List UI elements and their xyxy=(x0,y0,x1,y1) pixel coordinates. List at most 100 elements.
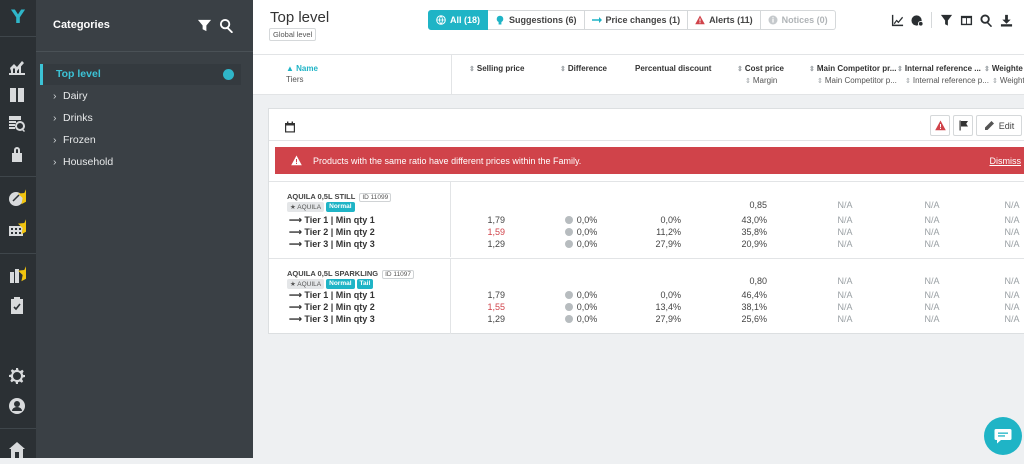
clipboard-check-icon[interactable] xyxy=(8,296,26,314)
pin-icon[interactable] xyxy=(223,69,234,80)
selling-price-cell[interactable]: 1,29 xyxy=(469,239,505,249)
main-competitor-cell: N/A xyxy=(837,290,853,300)
sort-icon: ⇕ xyxy=(992,78,998,85)
dismiss-link[interactable]: Dismiss xyxy=(990,156,1022,166)
product-name[interactable]: AQUILA 0,5L SPARKLING ID 11097 xyxy=(287,269,415,279)
flag-button[interactable] xyxy=(953,115,973,136)
pencil-icon xyxy=(984,121,994,130)
discount-cell: 13,4% xyxy=(655,302,681,312)
margin-subheader: ⇕ Margin xyxy=(737,76,784,85)
difference-cell: 0,0% xyxy=(557,227,605,237)
cost-price-cell: 0,85 xyxy=(749,200,767,210)
percentual-discount-header[interactable]: Percentual discount xyxy=(635,64,711,73)
name-sort-header[interactable]: ▲ Name xyxy=(286,64,318,73)
difference-value: 0,0% xyxy=(576,227,598,237)
tier-label: ⟶ Tier 3 | Min qty 3 xyxy=(289,239,375,249)
difference-header[interactable]: ⇕ Difference xyxy=(560,64,607,73)
level-badge: Global level xyxy=(269,28,317,41)
selling-price-cell[interactable]: 1,29 xyxy=(469,314,505,324)
filter-price-changes-button[interactable]: Price changes (1) xyxy=(584,10,689,30)
category-item-dairy[interactable]: › Dairy xyxy=(40,86,241,107)
lightbulb-icon xyxy=(495,15,505,25)
tier-label-text: Tier 2 | Min qty 2 xyxy=(304,227,375,237)
filter-label: Notices (0) xyxy=(781,15,828,25)
weighted-cell: N/A xyxy=(1004,215,1020,225)
selling-price-header[interactable]: ⇕ Selling price xyxy=(469,64,524,73)
column-sublabel: Weighte xyxy=(999,76,1024,85)
report-search-icon[interactable] xyxy=(8,115,26,133)
product-row[interactable]: AQUILA 0,5L SPARKLING ID 11097 ★ AQUILA No… xyxy=(269,258,1024,334)
weighted-header[interactable]: ⇕Weighte⇕Weighte xyxy=(984,64,1024,85)
selling-price-cell[interactable]: 1,55 xyxy=(469,302,505,312)
selling-price-cell[interactable]: 1,79 xyxy=(469,290,505,300)
column-sublabel: Main Competitor p... xyxy=(824,76,897,85)
edit-button[interactable]: Edit xyxy=(976,115,1022,136)
dashboard-chart-icon[interactable] xyxy=(8,57,26,75)
column-header-row: ▲ Name Tiers ⇕ Selling price ⇕ Difference … xyxy=(253,55,1024,95)
products-bottles-icon[interactable] xyxy=(8,264,28,284)
difference-cell: 0,0% xyxy=(557,239,605,249)
categories-panel: Categories Top level › Dairy › Drinks › Fro… xyxy=(36,0,253,458)
column-label: Internal reference ... xyxy=(904,64,981,73)
globe-pin-icon[interactable] xyxy=(907,12,927,28)
selling-price-cell[interactable]: 1,59 xyxy=(469,227,505,237)
main-competitor-header[interactable]: ⇕ Main Competitor pr... ⇕ Main Competitor p… xyxy=(809,64,897,85)
categories-title: Categories xyxy=(53,19,110,31)
calendar-icon[interactable] xyxy=(284,120,296,133)
internal-reference-cell: N/A xyxy=(924,200,940,210)
app-logo[interactable]: Y xyxy=(8,7,28,27)
tag-badge: Tail xyxy=(356,279,374,289)
building-icon[interactable] xyxy=(8,217,28,237)
product-name[interactable]: AQUILA 0,5L STILL ID 11099 xyxy=(287,192,392,202)
rail-divider xyxy=(0,253,36,254)
difference-value: 0,0% xyxy=(576,215,598,225)
difference-cell: 0,0% xyxy=(557,314,605,324)
user-profile-icon[interactable] xyxy=(8,397,26,415)
chat-support-button[interactable] xyxy=(984,417,1022,455)
home-icon[interactable] xyxy=(8,441,26,459)
category-item-top-level[interactable]: Top level xyxy=(40,64,241,85)
flag-icon xyxy=(959,120,968,131)
search-icon[interactable] xyxy=(219,18,234,34)
cost-price-header[interactable]: ⇕ Cost price ⇕ Margin xyxy=(737,64,784,85)
card-actions: Edit xyxy=(930,115,1022,136)
filter-suggestions-button[interactable]: Suggestions (6) xyxy=(488,10,585,30)
tier-label-text: Tier 3 | Min qty 3 xyxy=(304,314,375,324)
pricing-tag-icon[interactable] xyxy=(8,187,28,207)
download-icon[interactable] xyxy=(996,12,1016,28)
category-item-frozen[interactable]: › Frozen xyxy=(40,130,241,151)
line-chart-icon[interactable] xyxy=(887,12,907,28)
filter-icon[interactable] xyxy=(936,12,956,28)
alert-message: Products with the same ratio have differ… xyxy=(313,156,582,166)
filter-label: Alerts (11) xyxy=(709,15,753,25)
product-name-text: AQUILA 0,5L SPARKLING xyxy=(287,269,379,278)
product-id-badge: ID 11099 xyxy=(359,193,392,202)
sort-icon: ⇕ xyxy=(809,66,815,73)
margin-cell: 38,1% xyxy=(741,302,767,312)
margin-cell: 25,6% xyxy=(741,314,767,324)
category-item-drinks[interactable]: › Drinks xyxy=(40,108,241,129)
name-column-header[interactable]: ▲ Name Tiers xyxy=(253,55,452,95)
internal-reference-cell: N/A xyxy=(924,239,940,249)
selling-price-cell[interactable]: 1,79 xyxy=(469,215,505,225)
main-competitor-cell: N/A xyxy=(837,314,853,324)
filter-all-button[interactable]: All (18) xyxy=(428,10,489,30)
filter-icon[interactable] xyxy=(197,18,212,33)
internal-reference-cell: N/A xyxy=(924,314,940,324)
filter-alerts-button[interactable]: Alerts (11) xyxy=(688,10,761,30)
filter-notices-button[interactable]: Notices (0) xyxy=(760,10,836,30)
product-info: AQUILA 0,5L STILL ID 11099 ★ AQUILA Normal… xyxy=(269,182,451,257)
category-item-household[interactable]: › Household xyxy=(40,152,241,173)
internal-reference-header[interactable]: ⇕ Internal reference ... ⇕ Internal referen… xyxy=(897,64,989,85)
lock-icon[interactable] xyxy=(8,145,26,163)
warning-icon xyxy=(695,15,705,25)
column-label: Percentual discount xyxy=(635,64,712,73)
tier-label: ⟶ Tier 1 | Min qty 1 xyxy=(289,290,375,300)
catalog-book-icon[interactable] xyxy=(8,86,26,104)
product-row[interactable]: AQUILA 0,5L STILL ID 11099 ★ AQUILA Normal… xyxy=(269,181,1024,257)
alert-warning-button[interactable] xyxy=(930,115,950,136)
settings-gear-icon[interactable] xyxy=(8,367,26,385)
search-icon[interactable] xyxy=(976,12,996,28)
tier-label-text: Tier 1 | Min qty 1 xyxy=(304,290,375,300)
columns-icon[interactable] xyxy=(956,12,976,28)
